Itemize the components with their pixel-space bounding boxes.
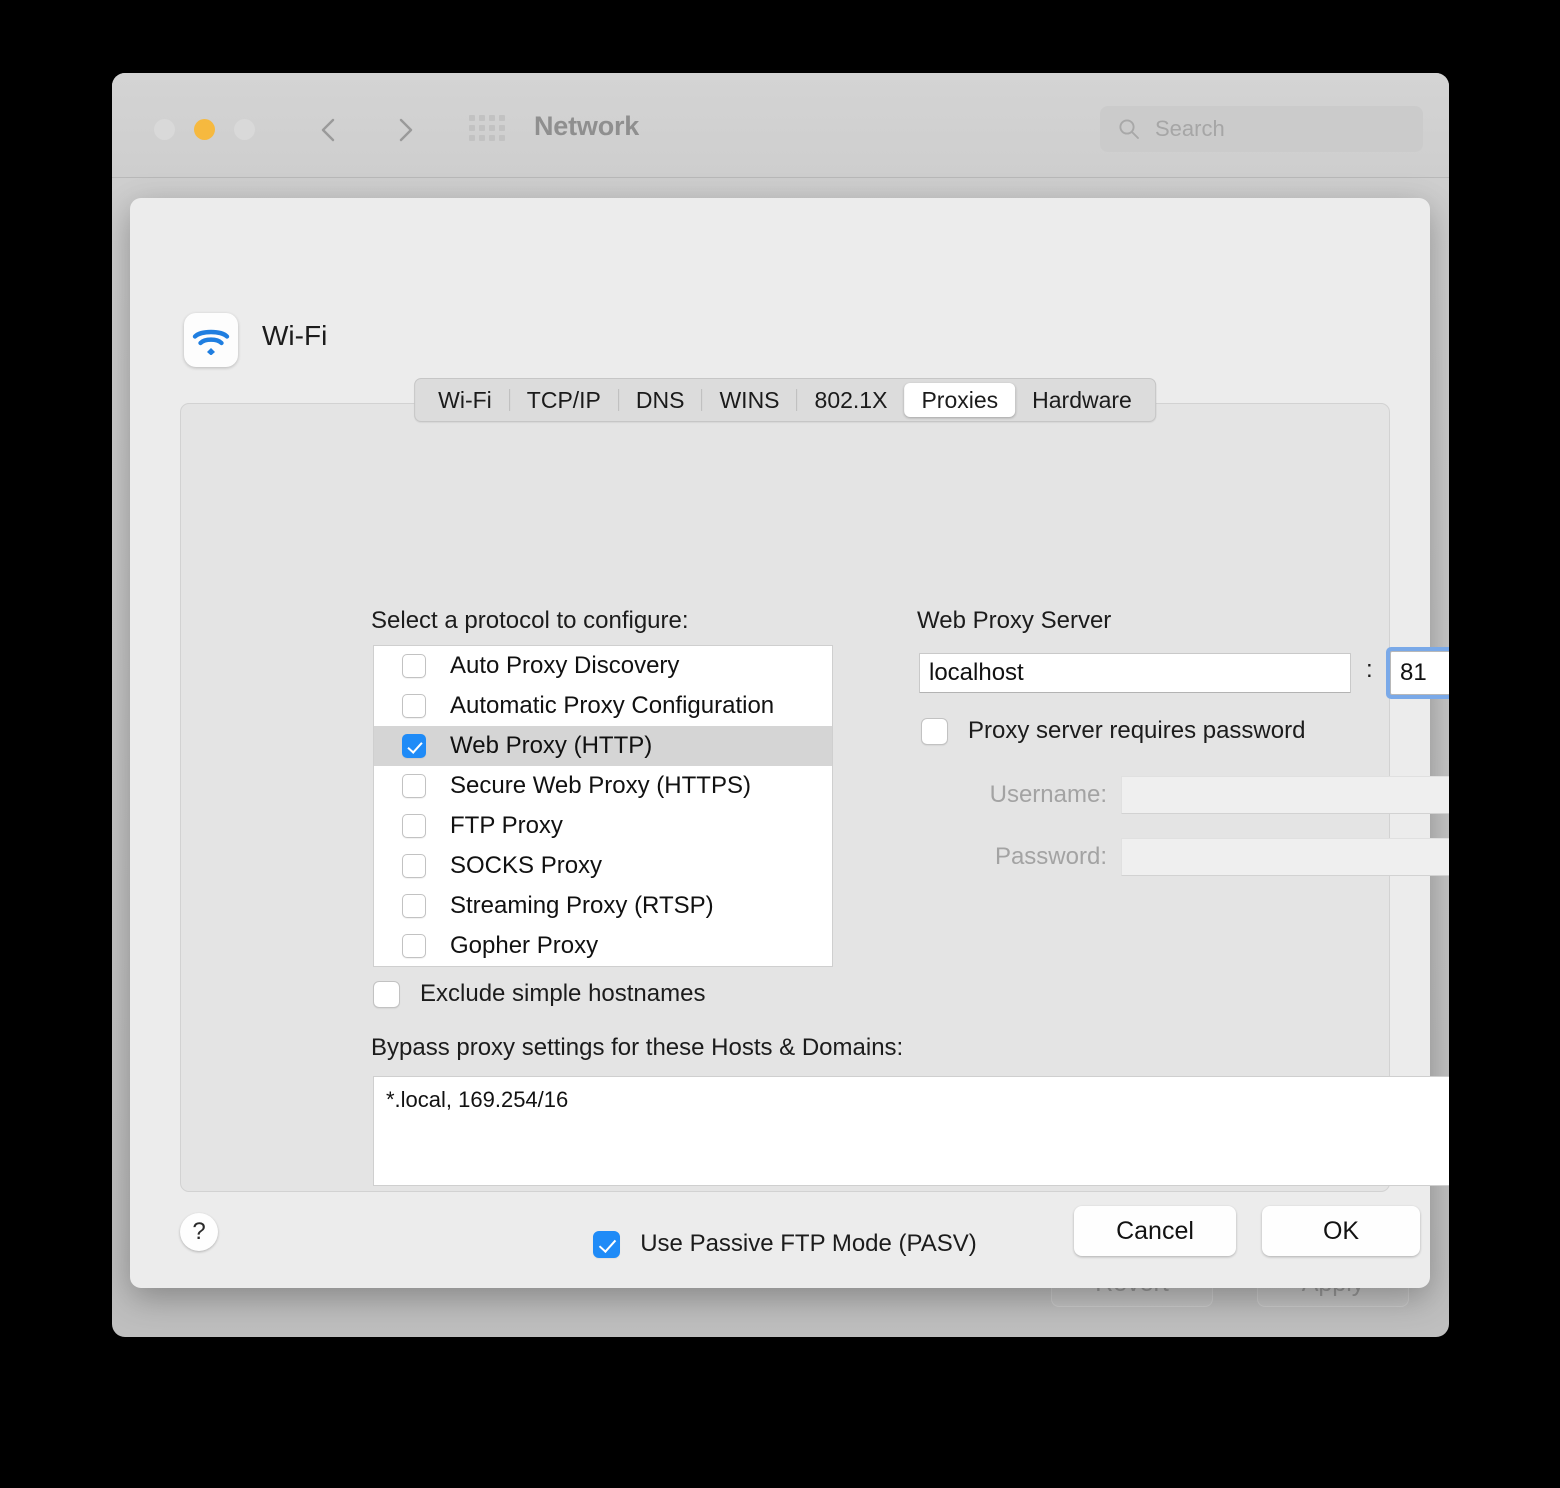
forward-icon[interactable]	[388, 113, 422, 147]
tab-8021x[interactable]: 802.1X	[798, 383, 905, 417]
list-item-label: Auto Proxy Discovery	[450, 652, 680, 679]
protocol-checkbox[interactable]	[402, 934, 426, 958]
interface-name: Wi-Fi	[262, 320, 328, 351]
search-placeholder: Search	[1155, 116, 1225, 141]
tab-wifi[interactable]: Wi-Fi	[421, 383, 509, 417]
tab-wins[interactable]: WINS	[702, 383, 796, 417]
list-item[interactable]: Auto Proxy Discovery	[374, 646, 832, 686]
requires-password-label: Proxy server requires password	[968, 717, 1306, 744]
exclude-simple-hostnames-checkbox[interactable]	[373, 980, 400, 1008]
protocol-checkbox[interactable]	[402, 734, 426, 758]
protocol-list[interactable]: Auto Proxy Discovery Automatic Proxy Con…	[373, 645, 833, 967]
exclude-simple-hostnames-row[interactable]: Exclude simple hostnames	[373, 980, 705, 1008]
list-item[interactable]: Gopher Proxy	[374, 926, 832, 966]
list-item-label: Web Proxy (HTTP)	[450, 732, 653, 759]
list-item[interactable]: Secure Web Proxy (HTTPS)	[374, 766, 832, 806]
list-item-label: Automatic Proxy Configuration	[450, 692, 775, 719]
help-button[interactable]: ?	[180, 1213, 218, 1251]
list-item-label: SOCKS Proxy	[450, 852, 603, 879]
protocol-checkbox[interactable]	[402, 854, 426, 878]
passive-ftp-checkbox[interactable]	[593, 1230, 621, 1258]
username-field[interactable]	[1121, 776, 1449, 814]
protocol-checkbox[interactable]	[402, 814, 426, 838]
bypass-proxy-textarea[interactable]: *.local, 169.254/16	[373, 1076, 1449, 1186]
close-button[interactable]	[154, 119, 175, 140]
tab-proxies[interactable]: Proxies	[904, 383, 1016, 417]
network-preferences-window: Network Search Revert Apply Wi-Fi	[112, 73, 1449, 1337]
tab-bar: Wi-Fi TCP/IP DNS WINS 802.1X Proxies Har…	[414, 378, 1156, 422]
protocol-checkbox[interactable]	[402, 694, 426, 718]
requires-password-checkbox[interactable]	[921, 717, 948, 745]
exclude-simple-hostnames-label: Exclude simple hostnames	[420, 980, 706, 1007]
back-icon[interactable]	[312, 113, 346, 147]
list-item-label: Gopher Proxy	[450, 932, 599, 959]
password-row: Password:	[921, 838, 1449, 876]
list-item[interactable]: Automatic Proxy Configuration	[374, 686, 832, 726]
requires-password-row[interactable]: Proxy server requires password	[921, 717, 1305, 745]
username-label: Username:	[989, 781, 1107, 808]
ok-button[interactable]: OK	[1262, 1206, 1420, 1256]
proxy-port-focus-ring: 81	[1386, 647, 1449, 699]
search-icon	[1118, 118, 1140, 140]
page-title: Network	[534, 111, 640, 141]
protocol-checkbox[interactable]	[402, 894, 426, 918]
search-input[interactable]: Search	[1100, 106, 1423, 152]
protocol-checkbox[interactable]	[402, 654, 426, 678]
list-item[interactable]: SOCKS Proxy	[374, 846, 832, 886]
list-item[interactable]: FTP Proxy	[374, 806, 832, 846]
tab-hardware[interactable]: Hardware	[1015, 383, 1149, 417]
list-item[interactable]: Streaming Proxy (RTSP)	[374, 886, 832, 926]
show-all-grid-icon[interactable]	[469, 115, 505, 141]
proxies-panel: Wi-Fi TCP/IP DNS WINS 802.1X Proxies Har…	[180, 378, 1449, 1258]
list-item[interactable]: Web Proxy (HTTP)	[374, 726, 832, 766]
window-toolbar: Network Search	[112, 73, 1449, 178]
list-item-label: Streaming Proxy (RTSP)	[450, 892, 714, 919]
minimize-button[interactable]	[194, 119, 215, 140]
password-label: Password:	[994, 843, 1107, 870]
protocol-list-heading: Select a protocol to configure:	[371, 607, 689, 634]
list-item-label: Secure Web Proxy (HTTPS)	[450, 772, 751, 799]
username-row: Username:	[921, 776, 1449, 814]
web-proxy-server-title: Web Proxy Server	[917, 607, 1112, 634]
passive-ftp-label: Use Passive FTP Mode (PASV)	[640, 1230, 977, 1257]
proxy-host-input[interactable]: localhost	[919, 653, 1351, 693]
tab-dns[interactable]: DNS	[619, 383, 702, 417]
bypass-proxy-label: Bypass proxy settings for these Hosts & …	[371, 1034, 904, 1061]
password-field[interactable]	[1121, 838, 1449, 876]
tab-tcpip[interactable]: TCP/IP	[510, 383, 618, 417]
maximize-button[interactable]	[234, 119, 255, 140]
proxies-sheet: Wi-Fi Wi-Fi TCP/IP DNS WINS 802.1X Proxi…	[130, 198, 1449, 1288]
list-item-label: FTP Proxy	[450, 812, 563, 839]
proxy-port-input[interactable]: 81	[1390, 651, 1449, 695]
cancel-button[interactable]: Cancel	[1074, 1206, 1236, 1256]
protocol-checkbox[interactable]	[402, 774, 426, 798]
wifi-icon	[184, 313, 238, 367]
host-port-separator: :	[1366, 656, 1373, 683]
